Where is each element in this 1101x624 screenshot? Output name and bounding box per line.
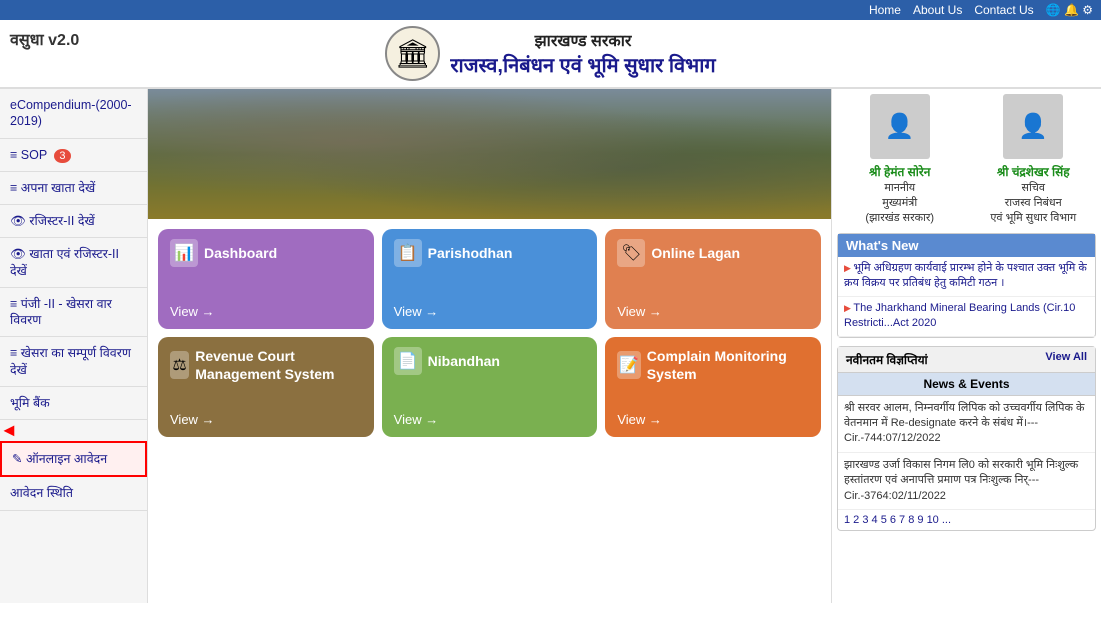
- card-icon: 📄: [394, 347, 422, 375]
- card-header-row: 📄 Nibandhan: [394, 347, 586, 375]
- sidebar-item-ecompendium[interactable]: eCompendium-(2000-2019): [0, 89, 147, 139]
- sidebar-item-bhumi-bank[interactable]: भूमि बैंक: [0, 387, 147, 420]
- brand-logo: वसुधा v2.0: [10, 28, 79, 50]
- official-card-chandreshekhar: 👤 श्री चंद्रशेखर सिंहसचिव राजस्व निबंधन ए…: [971, 94, 1097, 225]
- sidebar: eCompendium-(2000-2019) ≡ SOP 3 ≡ अपना खात…: [0, 89, 148, 603]
- official-post: सचिव राजस्व निबंधन एवं भूमि सुधार विभाग: [971, 180, 1097, 225]
- module-card-revenue-court[interactable]: ⚖Revenue Court Management System View →: [158, 337, 374, 437]
- card-title: Revenue Court Management System: [195, 347, 361, 383]
- card-header-row: 📝Complain Monitoring System: [617, 347, 809, 383]
- card-header-row: 📊 Dashboard: [170, 239, 362, 267]
- sidebar-item-label: ≡ खेसरा का सम्पूर्ण विवरण देखें: [10, 346, 131, 376]
- card-header-row: ⚖Revenue Court Management System: [170, 347, 362, 383]
- contact-nav-link[interactable]: Contact Us: [974, 3, 1033, 17]
- sidebar-item-label: 👁 रजिस्टर-II देखें: [10, 214, 95, 228]
- official-name: श्री हेमंत सोरेन: [837, 163, 963, 180]
- red-arrow-icon: ◄: [0, 420, 18, 440]
- right-panel: 👤 श्री हेमंत सोरेनमाननीय मुख्यमंत्री (झार…: [831, 89, 1101, 603]
- sidebar-item-khesra-sampurn[interactable]: ≡ खेसरा का सम्पूर्ण विवरण देखें: [0, 337, 147, 387]
- official-name: श्री चंद्रशेखर सिंह: [971, 163, 1097, 180]
- page-header: वसुधा v2.0 🏛 झारखण्ड सरकार राजस्व,निबंधन…: [0, 20, 1101, 89]
- card-view-link[interactable]: View →: [394, 412, 439, 427]
- main-layout: eCompendium-(2000-2019) ≡ SOP 3 ≡ अपना खात…: [0, 89, 1101, 603]
- sidebar-item-avedan-sthiti[interactable]: आवेदन स्थिति: [0, 477, 147, 510]
- card-icon: 📊: [170, 239, 198, 267]
- whats-new-item[interactable]: भूमि अधिग्रहण कार्यवाई प्रारम्भ होने के …: [838, 257, 1095, 297]
- pagination[interactable]: 1 2 3 4 5 6 7 8 9 10 ...: [838, 510, 1095, 530]
- about-nav-link[interactable]: About Us: [913, 3, 962, 17]
- module-card-complain[interactable]: 📝Complain Monitoring System View →: [605, 337, 821, 437]
- top-navbar: Home About Us Contact Us 🌐 🔔 ⚙: [0, 0, 1101, 20]
- sidebar-item-label: eCompendium-(2000-2019): [10, 98, 132, 128]
- news-row[interactable]: श्री सरवर आलम, निम्नवर्गीय लिपिक को उच्च…: [838, 396, 1095, 453]
- sidebar-item-label: ≡ SOP: [10, 148, 50, 162]
- card-header-row: 📋 Parishodhan: [394, 239, 586, 267]
- sidebar-item-label: भूमि बैंक: [10, 396, 50, 410]
- officials-section: 👤 श्री हेमंत सोरेनमाननीय मुख्यमंत्री (झार…: [837, 94, 1096, 225]
- card-icon: 🏷: [617, 239, 645, 267]
- sidebar-item-online-avedan[interactable]: ✎ ऑनलाइन आवेदन: [0, 441, 147, 477]
- card-icon: 📋: [394, 239, 422, 267]
- card-title: Online Lagan: [651, 244, 740, 262]
- header-main-title: राजस्व,निबंधन एवं भूमि सुधार विभाग: [450, 51, 715, 78]
- module-card-parishodhan[interactable]: 📋 Parishodhan View →: [382, 229, 598, 329]
- card-icon: ⚖: [170, 351, 189, 379]
- whats-new-box: What's New भूमि अधिग्रहण कार्यवाई प्रारम…: [837, 233, 1096, 338]
- navinatam-title: नवीनतम विज्ञप्तियां: [846, 351, 928, 368]
- card-icon: 📝: [617, 351, 640, 379]
- card-view-link[interactable]: View →: [170, 304, 215, 319]
- navinatam-header: नवीनतम विज्ञप्तियां View All: [838, 347, 1095, 373]
- sidebar-item-register2[interactable]: 👁 रजिस्टर-II देखें: [0, 205, 147, 238]
- card-title: Nibandhan: [428, 352, 500, 370]
- module-card-online-lagan[interactable]: 🏷 Online Lagan View →: [605, 229, 821, 329]
- whats-new-items: भूमि अधिग्रहण कार्यवाई प्रारम्भ होने के …: [838, 257, 1095, 337]
- official-card-hemant-soren: 👤 श्री हेमंत सोरेनमाननीय मुख्यमंत्री (झार…: [837, 94, 963, 225]
- sidebar-item-sop[interactable]: ≡ SOP 3: [0, 139, 147, 172]
- sidebar-item-label: आवेदन स्थिति: [10, 486, 73, 500]
- card-view-link[interactable]: View →: [617, 412, 662, 427]
- modules-grid: 📊 Dashboard View → 📋 Parishodhan View → 🏷 Onlin…: [148, 219, 831, 447]
- sidebar-item-apna-khata[interactable]: ≡ अपना खाता देखें: [0, 172, 147, 205]
- card-view-link[interactable]: View →: [617, 304, 662, 319]
- card-title: Parishodhan: [428, 244, 513, 262]
- hero-image: [148, 89, 831, 219]
- module-card-nibandhan[interactable]: 📄 Nibandhan View →: [382, 337, 598, 437]
- main-content: 📊 Dashboard View → 📋 Parishodhan View → 🏷 Onlin…: [148, 89, 831, 603]
- sop-badge: 3: [54, 149, 70, 163]
- news-row[interactable]: झारखण्ड उर्जा विकास निगम लि0 को सरकारी भ…: [838, 453, 1095, 510]
- news-table-header: News & Events: [838, 373, 1095, 396]
- news-rows: श्री सरवर आलम, निम्नवर्गीय लिपिक को उच्च…: [838, 396, 1095, 510]
- sidebar-item-label: 👁 खाता एवं रजिस्टर-II देखें: [10, 247, 119, 277]
- official-photo: 👤: [1003, 94, 1063, 159]
- official-post: माननीय मुख्यमंत्री (झारखंड सरकार): [837, 180, 963, 225]
- header-title-block: झारखण्ड सरकार राजस्व,निबंधन एवं भूमि सुध…: [450, 29, 715, 78]
- official-photo: 👤: [870, 94, 930, 159]
- navinatam-box: नवीनतम विज्ञप्तियां View All News & Even…: [837, 346, 1096, 531]
- card-title: Complain Monitoring System: [647, 347, 809, 383]
- module-card-dashboard[interactable]: 📊 Dashboard View →: [158, 229, 374, 329]
- extra-icons: 🌐 🔔 ⚙: [1046, 3, 1093, 17]
- card-title: Dashboard: [204, 244, 277, 262]
- card-header-row: 🏷 Online Lagan: [617, 239, 809, 267]
- card-view-link[interactable]: View →: [170, 412, 215, 427]
- emblem-logo: 🏛: [385, 26, 440, 81]
- sidebar-item-label: ≡ पंजी -II - खेसरा वार विवरण: [10, 297, 112, 327]
- header-subtitle: झारखण्ड सरकार: [450, 29, 715, 51]
- sidebar-item-panji[interactable]: ≡ पंजी -II - खेसरा वार विवरण: [0, 288, 147, 338]
- whats-new-header: What's New: [838, 234, 1095, 257]
- whats-new-item[interactable]: The Jharkhand Mineral Bearing Lands (Cir…: [838, 297, 1095, 337]
- view-all-link[interactable]: View All: [1045, 351, 1087, 368]
- home-nav-link[interactable]: Home: [869, 3, 901, 17]
- sidebar-item-label: ≡ अपना खाता देखें: [10, 181, 95, 195]
- sidebar-item-khata-register[interactable]: 👁 खाता एवं रजिस्टर-II देखें: [0, 238, 147, 288]
- card-view-link[interactable]: View →: [394, 304, 439, 319]
- sidebar-item-label: ✎ ऑनलाइन आवेदन: [12, 452, 107, 466]
